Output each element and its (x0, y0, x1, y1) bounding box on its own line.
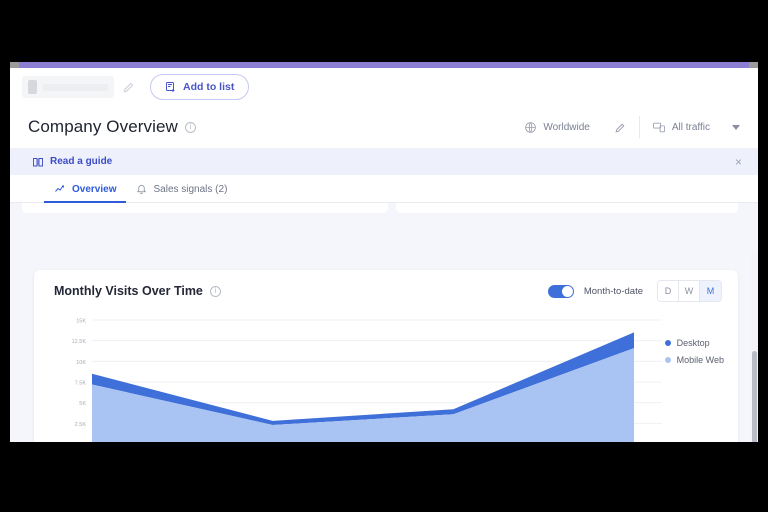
pencil-icon[interactable] (122, 80, 136, 94)
letterbox-left (0, 0, 10, 512)
letterbox-bottom (0, 442, 768, 512)
screen: Add to list Company Overview i Worldwide (0, 0, 768, 512)
page-title-info-icon[interactable]: i (184, 121, 196, 133)
partial-card-right (396, 203, 738, 213)
letterbox-top (0, 0, 768, 62)
top-action-bar: Add to list (10, 68, 758, 106)
company-logo-chip (22, 76, 114, 98)
legend-item-desktop[interactable]: Desktop (664, 338, 724, 348)
region-edit-button[interactable] (602, 116, 640, 138)
traffic-type-selector[interactable]: All traffic (640, 116, 722, 138)
tab-overview[interactable]: Overview (44, 183, 127, 203)
monthly-visits-area-chart[interactable]: 2.5K5K7.5K10K12.5K15KOctoberNovemberDece… (34, 312, 738, 442)
granularity-week-button[interactable]: W (679, 281, 700, 301)
tab-bar: Overview Sales signals (2) (10, 175, 758, 203)
region-selector[interactable]: Worldwide (512, 116, 602, 138)
svg-text:7.5K: 7.5K (75, 381, 87, 387)
svg-text:15K: 15K (76, 319, 86, 325)
legend-item-mobile-web[interactable]: Mobile Web (664, 355, 724, 365)
legend-label-mobile-web: Mobile Web (676, 355, 724, 365)
granularity-day-button[interactable]: D (658, 281, 679, 301)
chevron-down-icon[interactable] (732, 124, 740, 130)
card-header: Monthly Visits Over Time i Month-to-date… (34, 270, 738, 312)
add-to-list-button[interactable]: Add to list (150, 74, 250, 100)
svg-text:10K: 10K (76, 360, 86, 366)
page-body: Monthly Visits Over Time i Month-to-date… (10, 203, 758, 442)
tab-overview-label: Overview (72, 183, 117, 195)
letterbox-right (758, 0, 768, 512)
header-controls: Worldwide All traffic (512, 116, 744, 138)
traffic-type-label: All traffic (671, 121, 710, 133)
guide-banner: Read a guide × (10, 148, 758, 175)
chart-area: 2.5K5K7.5K10K12.5K15KOctoberNovemberDece… (34, 312, 738, 442)
scrollbar-thumb[interactable] (752, 351, 757, 442)
pencil-icon (615, 123, 625, 133)
legend-dot-mobile-web (664, 357, 671, 363)
month-to-date-toggle[interactable] (547, 284, 574, 298)
book-icon (33, 157, 43, 166)
company-logo-placeholder-icon (28, 80, 37, 94)
partial-card-left (22, 203, 388, 213)
chart-legend: Desktop Mobile Web (664, 338, 724, 365)
card-title: Monthly Visits Over Time (54, 284, 203, 298)
tab-sales-signals[interactable]: Sales signals (2) (126, 183, 237, 202)
bell-icon (137, 184, 147, 194)
granularity-selector: D W M (657, 280, 722, 302)
month-to-date-label: Month-to-date (583, 285, 643, 297)
read-a-guide-label: Read a guide (50, 156, 113, 167)
add-to-list-icon (166, 82, 175, 92)
monthly-visits-card: Monthly Visits Over Time i Month-to-date… (34, 270, 738, 442)
svg-text:5K: 5K (79, 401, 86, 407)
legend-dot-desktop (664, 340, 671, 346)
card-info-icon[interactable]: i (209, 285, 221, 297)
svg-text:12.5K: 12.5K (72, 339, 87, 345)
add-to-list-label: Add to list (183, 81, 235, 93)
read-a-guide-link[interactable]: Read a guide (32, 156, 112, 168)
page-header: Company Overview i Worldwide All traffic (10, 106, 758, 148)
window-edge-right (749, 62, 758, 68)
page-title: Company Overview (28, 117, 178, 136)
partial-card-row-above (22, 203, 738, 213)
legend-label-desktop: Desktop (676, 338, 710, 348)
devices-icon (652, 122, 665, 132)
svg-text:2.5K: 2.5K (75, 422, 87, 428)
card-header-controls: Month-to-date D W M (547, 280, 722, 302)
window-edge-left (10, 62, 19, 68)
region-label: Worldwide (543, 121, 590, 133)
company-name-placeholder (43, 83, 108, 91)
browser-accent-strip (10, 62, 758, 68)
globe-icon (525, 121, 537, 133)
scrollbar-track[interactable] (751, 251, 758, 442)
granularity-month-button[interactable]: M (700, 281, 721, 301)
tab-sales-signals-label: Sales signals (2) (153, 183, 228, 195)
trend-chart-icon (55, 185, 64, 192)
close-icon[interactable]: × (731, 154, 746, 170)
app-viewport: Add to list Company Overview i Worldwide (10, 62, 758, 442)
